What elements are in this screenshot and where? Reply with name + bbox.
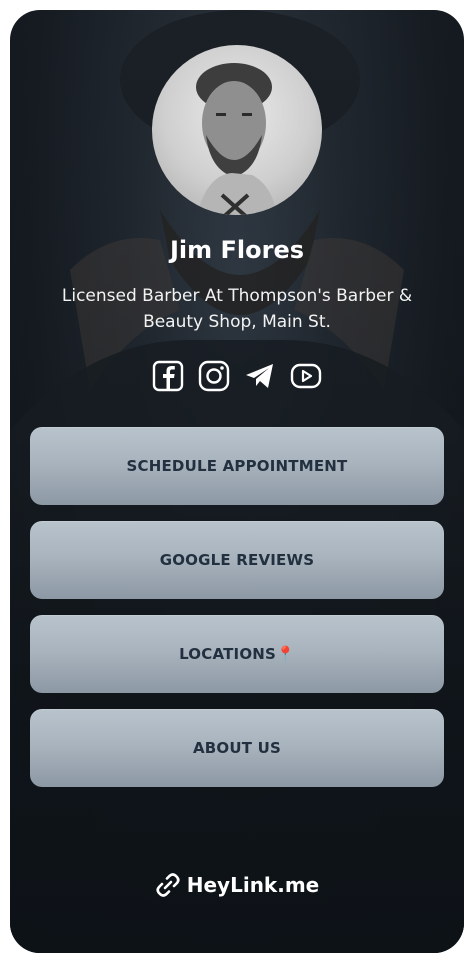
link-label: GOOGLE REVIEWS bbox=[159, 551, 315, 569]
page-frame: Jim Flores Licensed Barber At Thompson's… bbox=[0, 0, 474, 963]
heylink-logo[interactable]: HeyLink.me bbox=[10, 872, 464, 898]
social-icons bbox=[10, 360, 464, 396]
locations-button[interactable]: LOCATIONS📍 bbox=[30, 615, 444, 693]
profile-bio: Licensed Barber At Thompson's Barber & B… bbox=[61, 286, 413, 332]
link-label: LOCATIONS📍 bbox=[179, 645, 295, 663]
portrait-image bbox=[196, 63, 277, 215]
instagram-icon[interactable] bbox=[198, 360, 230, 392]
link-label: SCHEDULE APPOINTMENT bbox=[126, 457, 348, 475]
youtube-icon[interactable] bbox=[290, 360, 322, 392]
facebook-icon[interactable] bbox=[152, 360, 184, 392]
about-us-button[interactable]: ABOUT US bbox=[30, 709, 444, 787]
profile-card: Jim Flores Licensed Barber At Thompson's… bbox=[10, 10, 464, 953]
telegram-icon[interactable] bbox=[244, 360, 276, 392]
avatar bbox=[152, 45, 322, 215]
schedule-appointment-button[interactable]: SCHEDULE APPOINTMENT bbox=[30, 427, 444, 505]
google-reviews-button[interactable]: GOOGLE REVIEWS bbox=[30, 521, 444, 599]
link-label: ABOUT US bbox=[192, 739, 281, 757]
link-chain-icon bbox=[156, 873, 180, 897]
link-list: SCHEDULE APPOINTMENT GOOGLE REVIEWS LOCA… bbox=[30, 427, 444, 803]
brand-name: HeyLink.me bbox=[186, 873, 320, 897]
profile-name: Jim Flores bbox=[169, 236, 305, 264]
